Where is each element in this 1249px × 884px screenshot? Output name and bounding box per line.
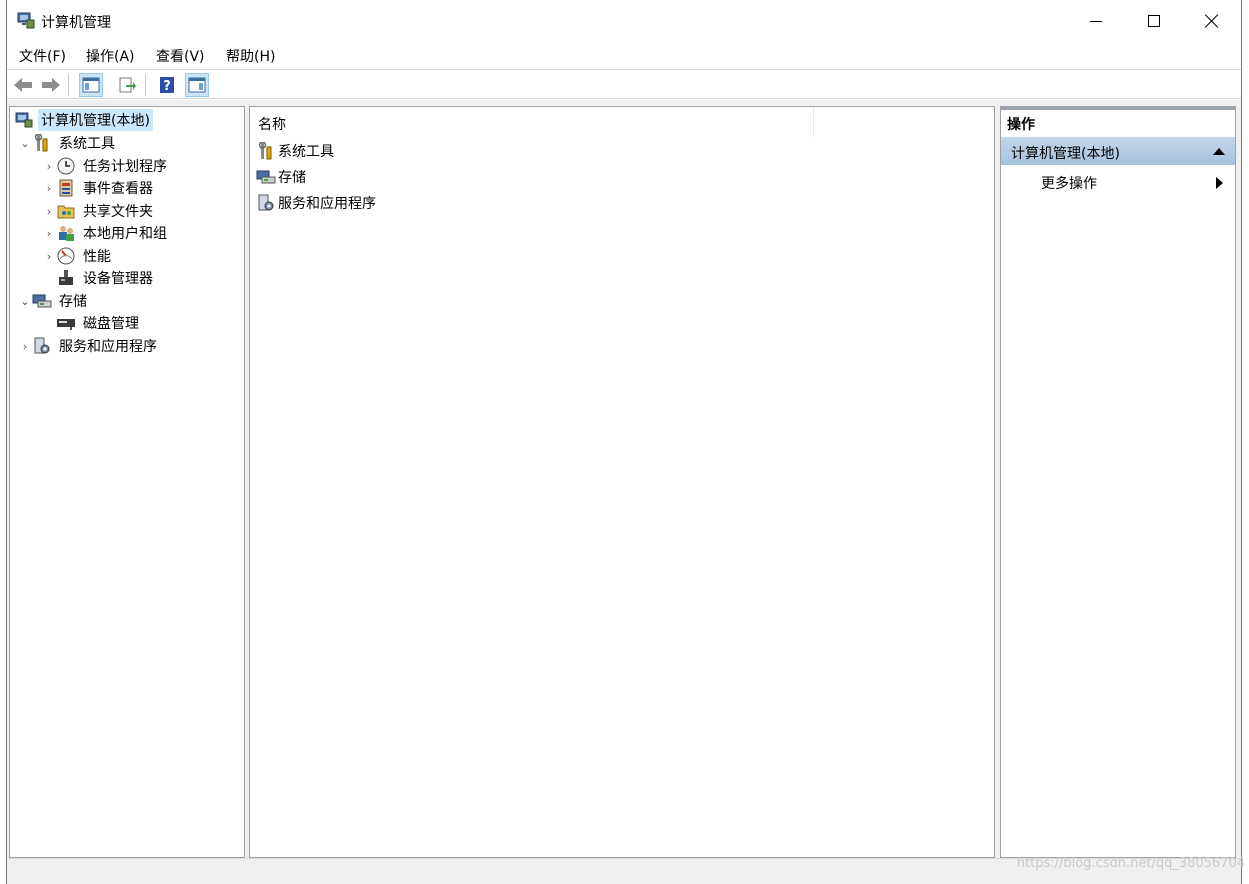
actions-section-label: 计算机管理(本地): [1011, 146, 1120, 162]
svg-text:?: ?: [163, 79, 171, 94]
chevron-down-icon[interactable]: ⌄: [18, 137, 32, 150]
event-viewer-icon: [56, 179, 76, 197]
tree-item-root[interactable]: 计算机管理(本地): [14, 109, 153, 131]
system-tools-icon: [256, 142, 276, 160]
shared-folders-icon: [56, 202, 76, 220]
close-button[interactable]: [1183, 0, 1241, 42]
tree-item-device-manager[interactable]: 设备管理器: [56, 267, 156, 289]
services-applications-icon: [32, 337, 52, 355]
actions-section-computer-management[interactable]: 计算机管理(本地): [1001, 137, 1235, 165]
chevron-right-icon[interactable]: ›: [42, 160, 56, 173]
window-title: 计算机管理: [41, 15, 111, 31]
more-actions-item[interactable]: 更多操作: [1041, 173, 1097, 193]
console-tree-pane[interactable]: 计算机管理(本地) ⌄ 系统工具 › 任务计划程序 › 事件查看器 › 共享文件…: [9, 106, 245, 858]
computer-management-app-icon: [17, 12, 35, 29]
list-item-system-tools[interactable]: 系统工具: [256, 139, 334, 163]
tree-label: 任务计划程序: [83, 159, 167, 175]
toolbar-separator: [68, 74, 69, 96]
forward-button[interactable]: [39, 73, 63, 97]
submenu-arrow-icon[interactable]: [1216, 177, 1223, 189]
column-header-label: 名称: [258, 117, 286, 133]
task-scheduler-icon: [56, 157, 76, 175]
help-icon: ?: [160, 77, 174, 94]
show-hide-action-pane-button[interactable]: [185, 73, 209, 97]
show-hide-action-pane-icon: [188, 77, 206, 93]
tree-label: 磁盘管理: [83, 316, 139, 332]
tree-item-system-tools[interactable]: ⌄ 系统工具: [18, 132, 118, 154]
services-applications-icon: [256, 194, 276, 212]
watermark: https://blog.csdn.net/qq_38056704: [1016, 856, 1245, 871]
tree-item-event-viewer[interactable]: › 事件查看器: [42, 177, 156, 199]
menu-file[interactable]: 文件(F): [19, 46, 66, 66]
toolbar-separator: [145, 74, 146, 96]
toolbar: ?: [7, 69, 1241, 99]
title-bar[interactable]: 计算机管理: [7, 0, 1241, 42]
list-item-label: 服务和应用程序: [278, 196, 376, 212]
back-arrow-icon: [14, 78, 32, 92]
list-item-services-applications[interactable]: 服务和应用程序: [256, 191, 376, 215]
tree-item-storage[interactable]: ⌄ 存储: [18, 290, 90, 312]
tree-label: 服务和应用程序: [59, 339, 157, 355]
system-tools-icon: [32, 134, 52, 152]
tree-item-shared-folders[interactable]: › 共享文件夹: [42, 200, 156, 222]
close-icon: [1205, 14, 1219, 28]
tree-label: 共享文件夹: [83, 204, 153, 220]
tree-label: 性能: [83, 249, 111, 265]
chevron-right-icon[interactable]: ›: [42, 205, 56, 218]
disk-management-icon: [56, 314, 76, 332]
storage-icon: [256, 168, 276, 186]
actions-pane: 操作 计算机管理(本地) 更多操作: [1000, 106, 1236, 858]
tree-item-task-scheduler[interactable]: › 任务计划程序: [42, 155, 170, 177]
collapse-triangle-icon[interactable]: [1213, 148, 1225, 155]
chevron-right-icon[interactable]: ›: [18, 340, 32, 353]
chevron-right-icon[interactable]: ›: [42, 227, 56, 240]
tree-label: 计算机管理(本地): [38, 109, 153, 131]
storage-icon: [32, 292, 52, 310]
performance-icon: [56, 247, 76, 265]
tree-label: 事件查看器: [83, 181, 153, 197]
menu-help[interactable]: 帮助(H): [226, 46, 275, 66]
minimize-button[interactable]: [1067, 0, 1125, 42]
help-button[interactable]: ?: [155, 73, 179, 97]
list-item-label: 系统工具: [278, 144, 334, 160]
forward-arrow-icon: [42, 78, 60, 92]
back-button[interactable]: [11, 73, 35, 97]
tree-label: 设备管理器: [83, 271, 153, 287]
local-users-groups-icon: [56, 224, 76, 242]
results-pane[interactable]: 名称 系统工具 存储 服务和应用程序: [249, 106, 995, 858]
tree-item-disk-management[interactable]: 磁盘管理: [56, 312, 142, 334]
chevron-right-icon[interactable]: ›: [42, 250, 56, 263]
maximize-icon: [1148, 15, 1160, 27]
list-item-label: 存储: [278, 170, 306, 186]
tree-item-local-users-groups[interactable]: › 本地用户和组: [42, 222, 170, 244]
menu-bar: 文件(F) 操作(A) 查看(V) 帮助(H): [7, 42, 1241, 68]
computer-management-icon: [14, 111, 34, 129]
device-manager-icon: [56, 269, 76, 287]
menu-action[interactable]: 操作(A): [86, 46, 135, 66]
actions-header: 操作: [1001, 107, 1235, 133]
maximize-button[interactable]: [1125, 0, 1183, 42]
tree-label: 系统工具: [59, 136, 115, 152]
show-hide-console-tree-button[interactable]: [79, 73, 103, 97]
show-hide-console-tree-icon: [82, 77, 100, 93]
minimize-icon: [1090, 20, 1102, 22]
export-list-icon: [119, 77, 136, 93]
content-area: 计算机管理(本地) ⌄ 系统工具 › 任务计划程序 › 事件查看器 › 共享文件…: [7, 100, 1241, 860]
menu-view[interactable]: 查看(V): [156, 46, 205, 66]
export-list-button[interactable]: [115, 73, 139, 97]
tree-item-performance[interactable]: › 性能: [42, 245, 114, 267]
list-item-storage[interactable]: 存储: [256, 165, 306, 189]
tree-item-services-applications[interactable]: › 服务和应用程序: [18, 335, 160, 357]
chevron-down-icon[interactable]: ⌄: [18, 295, 32, 308]
computer-management-window: 计算机管理 文件(F) 操作(A) 查看(V) 帮助(H) ? 计算机管理(本地…: [6, 0, 1242, 884]
chevron-right-icon[interactable]: ›: [42, 182, 56, 195]
column-header-name[interactable]: 名称: [250, 107, 814, 137]
tree-label: 存储: [59, 294, 87, 310]
tree-label: 本地用户和组: [83, 226, 167, 242]
